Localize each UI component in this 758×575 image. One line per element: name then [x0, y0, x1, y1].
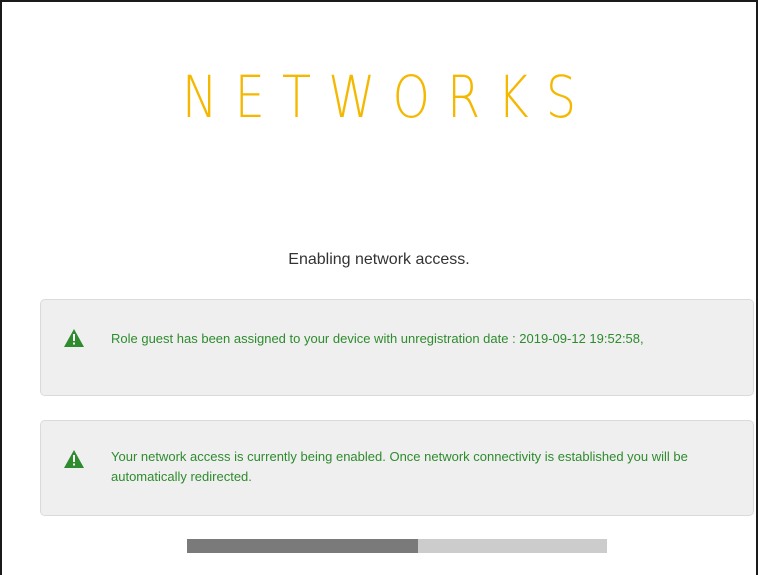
networks-logo: NETWORKS	[181, 63, 594, 131]
alert-access-enabling: Your network access is currently being e…	[40, 420, 754, 516]
alert-message: Your network access is currently being e…	[111, 449, 688, 484]
status-heading: Enabling network access.	[288, 251, 470, 268]
alert-message: Role guest has been assigned to your dev…	[111, 331, 644, 346]
warning-triangle-icon	[64, 450, 84, 468]
warning-triangle-icon	[64, 329, 84, 347]
progress-bar-fill	[187, 539, 418, 553]
progress-bar	[187, 539, 607, 553]
alert-role-assigned: Role guest has been assigned to your dev…	[40, 299, 754, 396]
page-frame: NETWORKS Enabling network access. Role g…	[0, 0, 758, 575]
